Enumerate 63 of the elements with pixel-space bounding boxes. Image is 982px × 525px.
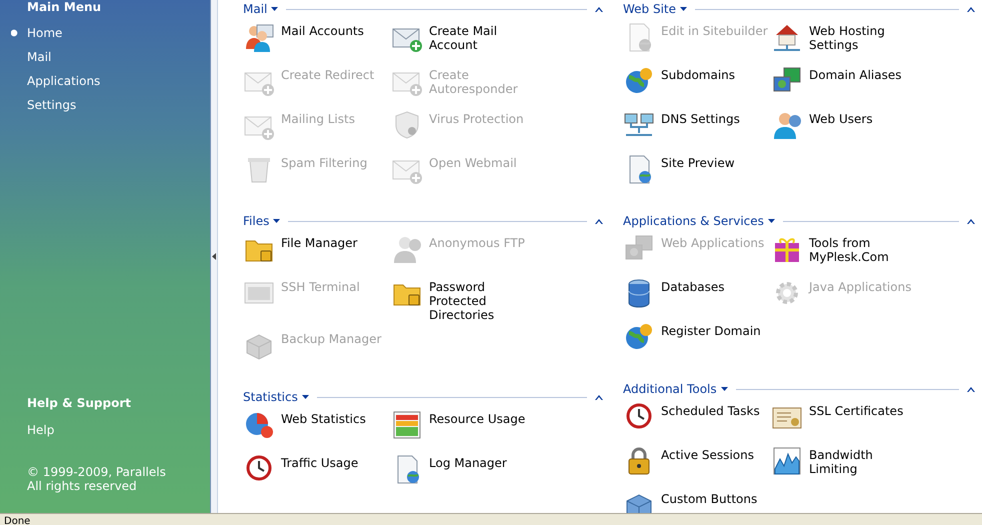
menu-item[interactable]: Mail bbox=[11, 50, 210, 64]
section-title[interactable]: Mail bbox=[243, 2, 278, 16]
tool-link: Java Applications bbox=[771, 280, 919, 324]
menu-item[interactable]: Applications bbox=[11, 74, 210, 88]
tool-link: Open Webmail bbox=[391, 156, 539, 200]
collapse-icon[interactable] bbox=[595, 218, 603, 224]
section-title[interactable]: Web Site bbox=[623, 2, 688, 16]
collapse-icon[interactable] bbox=[967, 218, 975, 224]
tool-link[interactable]: Active Sessions bbox=[623, 448, 771, 492]
collapse-icon[interactable] bbox=[595, 394, 603, 400]
caret-icon bbox=[302, 395, 309, 399]
collapse-icon[interactable] bbox=[595, 6, 603, 12]
section-title[interactable]: Files bbox=[243, 214, 280, 228]
tool-link: Create Autoresponder bbox=[391, 68, 539, 112]
tool-link[interactable]: Web Users bbox=[771, 112, 919, 156]
tool-link[interactable]: Mail Accounts bbox=[243, 24, 391, 68]
tool-link: Virus Protection bbox=[391, 112, 539, 156]
tool-link[interactable]: Resource Usage bbox=[391, 412, 539, 456]
copyright-text: © 1999-2009, Parallels bbox=[27, 465, 167, 479]
help-title: Help & Support bbox=[27, 396, 132, 410]
tool-link[interactable]: SSL Certificates bbox=[771, 404, 919, 448]
tool-link: Create Redirect bbox=[243, 68, 391, 112]
tool-link[interactable]: Databases bbox=[623, 280, 771, 324]
tool-link[interactable]: Web Statistics bbox=[243, 412, 391, 456]
tool-link[interactable]: Domain Aliases bbox=[771, 68, 919, 112]
tool-link[interactable]: Password Protected Directories bbox=[391, 280, 539, 332]
menu-item[interactable]: Settings bbox=[11, 98, 210, 112]
caret-icon bbox=[273, 219, 280, 223]
tool-link[interactable]: Custom Buttons bbox=[623, 492, 771, 513]
caret-icon bbox=[680, 7, 688, 11]
tool-link[interactable]: Subdomains bbox=[623, 68, 771, 112]
tool-link: Backup Manager bbox=[243, 332, 391, 376]
tool-link: Web Applications bbox=[623, 236, 771, 280]
tool-link[interactable]: Web Hosting Settings bbox=[771, 24, 919, 68]
tool-link: Spam Filtering bbox=[243, 156, 391, 200]
copyright-text: All rights reserved bbox=[27, 479, 138, 493]
line-chart-icon bbox=[771, 445, 803, 477]
section-title[interactable]: Additional Tools bbox=[623, 382, 728, 396]
status-text: Done bbox=[4, 516, 30, 525]
caret-icon bbox=[271, 7, 278, 11]
tool-link: Anonymous FTP bbox=[391, 236, 539, 280]
bar-chart-icon bbox=[391, 409, 423, 441]
tool-link[interactable]: Log Manager bbox=[391, 456, 539, 500]
tool-link: Edit in Sitebuilder bbox=[623, 24, 771, 68]
section-title[interactable]: Statistics bbox=[243, 390, 309, 404]
collapse-arrow-icon[interactable] bbox=[212, 253, 216, 260]
tool-link: Mailing Lists bbox=[243, 112, 391, 156]
tool-link[interactable]: Traffic Usage bbox=[243, 456, 391, 500]
caret-icon bbox=[768, 219, 775, 223]
tool-link[interactable]: Bandwidth Limiting bbox=[771, 448, 919, 492]
collapse-icon[interactable] bbox=[967, 386, 975, 392]
caret-icon bbox=[720, 387, 728, 391]
tool-link[interactable]: File Manager bbox=[243, 236, 391, 280]
tool-link[interactable]: DNS Settings bbox=[623, 112, 771, 156]
tool-link[interactable]: Scheduled Tasks bbox=[623, 404, 771, 448]
section-title[interactable]: Applications & Services bbox=[623, 214, 775, 228]
tool-link: SSH Terminal bbox=[243, 280, 391, 332]
tool-link[interactable]: Tools from MyPlesk.Com bbox=[771, 236, 919, 280]
tool-link[interactable]: Create Mail Account bbox=[391, 24, 539, 68]
collapse-icon[interactable] bbox=[967, 6, 975, 12]
menu-title: Main Menu bbox=[27, 0, 102, 14]
tool-link[interactable]: Register Domain bbox=[623, 324, 771, 368]
tool-link[interactable]: Site Preview bbox=[623, 156, 771, 200]
